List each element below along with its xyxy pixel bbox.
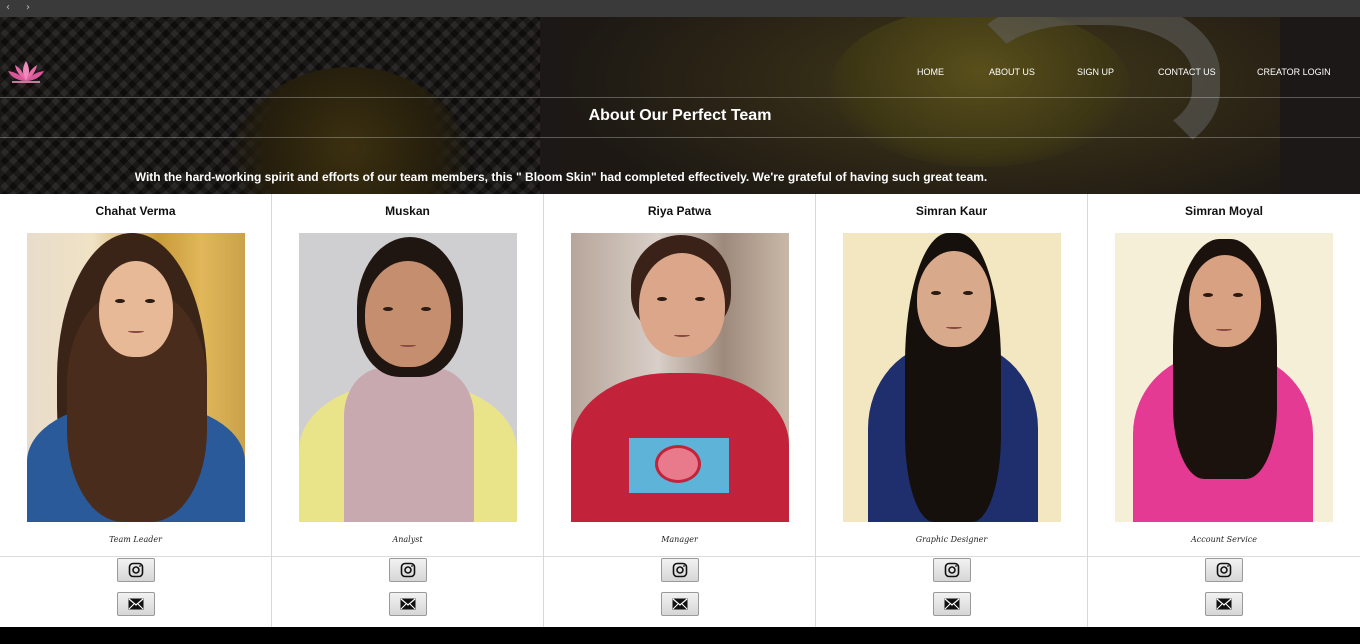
nav-home[interactable]: HOME (917, 67, 944, 77)
team-section: Chahat Verma Team Leader Muskan Analyst … (0, 194, 1360, 627)
email-button[interactable] (388, 592, 427, 616)
member-name: Muskan (385, 204, 430, 218)
photo-face (917, 251, 991, 347)
card-separator (0, 556, 271, 557)
envelope-icon (672, 598, 687, 610)
instagram-icon (672, 562, 687, 578)
photo-face (99, 261, 173, 357)
member-name: Simran Moyal (1184, 204, 1264, 218)
instagram-button[interactable] (1205, 558, 1243, 582)
photo-mouth (946, 325, 962, 329)
card-separator (816, 556, 1087, 557)
member-photo (843, 233, 1061, 522)
photo-eye-left (657, 297, 667, 301)
nav-contact-us[interactable]: CONTACT US (1158, 67, 1216, 77)
nav-sign-up[interactable]: SIGN UP (1077, 67, 1114, 77)
card-separator (1088, 556, 1360, 557)
photo-eye-right (695, 297, 705, 301)
photo-mouth (128, 329, 144, 333)
hero-shade (0, 17, 1360, 194)
photo-eye-right (963, 291, 973, 295)
email-button[interactable] (1205, 592, 1243, 616)
member-role: Analyst (392, 535, 423, 544)
member-role: Manager (661, 535, 698, 544)
instagram-icon (400, 562, 415, 578)
team-card: Simran Kaur Graphic Designer (816, 194, 1088, 627)
team-card: Simran Moyal Account Service (1088, 194, 1360, 627)
hero-divider-top (0, 97, 1360, 98)
envelope-icon (944, 598, 959, 610)
instagram-icon (128, 562, 143, 578)
photo-eye-left (931, 291, 941, 295)
photo-eye-right (421, 307, 431, 311)
email-button[interactable] (660, 592, 699, 616)
team-card: Chahat Verma Team Leader (0, 194, 272, 627)
nav-creator-login[interactable]: CREATOR LOGIN (1257, 67, 1331, 77)
back-arrow-icon[interactable]: ‹ (6, 2, 10, 13)
photo-face (1189, 255, 1261, 347)
photo-scarf (344, 368, 474, 522)
photo-eye-right (145, 299, 155, 303)
photo-eye-left (1203, 293, 1213, 297)
photo-eye-right (1233, 293, 1243, 297)
email-button[interactable] (932, 592, 971, 616)
instagram-icon (944, 562, 959, 578)
member-photo (299, 233, 517, 522)
instagram-icon (1216, 562, 1232, 578)
instagram-button[interactable] (116, 558, 155, 582)
nav-about-us[interactable]: ABOUT US (989, 67, 1035, 77)
bottom-bar (0, 627, 1360, 644)
forward-arrow-icon[interactable]: › (26, 2, 30, 13)
member-name: Riya Patwa (647, 204, 712, 218)
photo-mouth (400, 343, 416, 347)
hero-divider-bottom (0, 137, 1360, 138)
lotus-icon[interactable] (6, 57, 46, 85)
card-separator (272, 556, 543, 557)
photo-eye-left (115, 299, 125, 303)
member-name: Chahat Verma (95, 204, 176, 218)
browser-top-strip: ‹ › (0, 0, 1360, 17)
photo-face (365, 261, 451, 367)
instagram-button[interactable] (932, 558, 971, 582)
photo-face (639, 253, 725, 357)
photo-eye-left (383, 307, 393, 311)
envelope-icon (128, 598, 143, 610)
photo-mouth (1216, 327, 1232, 331)
member-role: Account Service (1191, 535, 1257, 544)
card-separator (544, 556, 815, 557)
instagram-button[interactable] (388, 558, 427, 582)
photo-shirt-logo (655, 445, 701, 483)
page-title: About Our Perfect Team (588, 107, 772, 124)
envelope-icon (1216, 598, 1232, 610)
envelope-icon (400, 598, 415, 610)
team-card: Muskan Analyst (272, 194, 544, 627)
member-role: Team Leader (109, 535, 162, 544)
member-photo (27, 233, 245, 522)
instagram-button[interactable] (660, 558, 699, 582)
team-card: Riya Patwa Manager (544, 194, 816, 627)
photo-mouth (674, 333, 690, 337)
member-photo (1115, 233, 1333, 522)
hero-banner: HOME ABOUT US SIGN UP CONTACT US CREATOR… (0, 17, 1360, 194)
member-photo (571, 233, 789, 522)
member-role: Graphic Designer (915, 535, 988, 544)
page-subtitle: With the hard-working spirit and efforts… (134, 170, 988, 184)
member-name: Simran Kaur (915, 204, 988, 218)
email-button[interactable] (116, 592, 155, 616)
